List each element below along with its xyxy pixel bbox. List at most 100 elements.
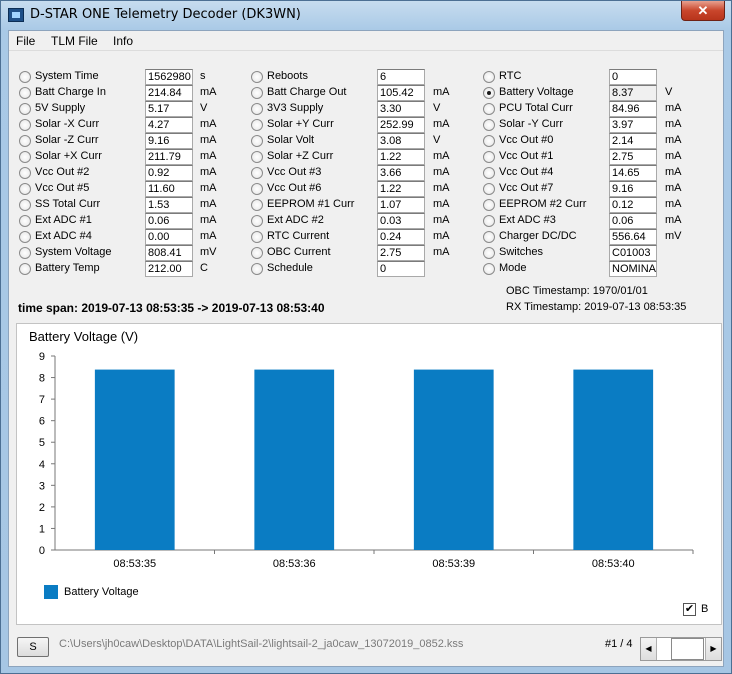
field-label[interactable]: Charger DC/DC [499, 230, 577, 242]
field-label[interactable]: Vcc Out #3 [267, 166, 321, 178]
field-label[interactable]: 3V3 Supply [267, 102, 323, 114]
series-radio[interactable] [483, 103, 495, 115]
field-label[interactable]: Battery Temp [35, 262, 100, 274]
field-label[interactable]: Vcc Out #0 [499, 134, 553, 146]
field-label[interactable]: Vcc Out #6 [267, 182, 321, 194]
field-value[interactable]: 14.65 [609, 165, 657, 181]
field-label[interactable]: OBC Current [267, 246, 331, 258]
series-radio[interactable] [19, 135, 31, 147]
field-value[interactable]: 105.42 [377, 85, 425, 101]
field-label[interactable]: Ext ADC #3 [499, 214, 556, 226]
series-radio[interactable] [251, 167, 263, 179]
field-label[interactable]: Solar Volt [267, 134, 314, 146]
field-label[interactable]: System Voltage [35, 246, 111, 258]
field-label[interactable]: RTC [499, 70, 521, 82]
series-radio[interactable] [251, 103, 263, 115]
field-value[interactable]: 0 [609, 69, 657, 85]
field-label[interactable]: 5V Supply [35, 102, 85, 114]
series-radio[interactable] [19, 215, 31, 227]
field-label[interactable]: Vcc Out #1 [499, 150, 553, 162]
series-radio[interactable] [483, 231, 495, 243]
series-radio[interactable] [19, 119, 31, 131]
series-radio[interactable] [483, 199, 495, 211]
series-radio[interactable] [251, 87, 263, 99]
scroll-right-arrow-icon[interactable]: ▶ [705, 638, 721, 660]
field-value[interactable]: 1.22 [377, 149, 425, 165]
field-value[interactable]: 0 [377, 261, 425, 277]
menu-info[interactable]: Info [113, 34, 133, 48]
series-radio[interactable] [19, 87, 31, 99]
field-label[interactable]: PCU Total Curr [499, 102, 573, 114]
field-label[interactable]: Schedule [267, 262, 313, 274]
field-value[interactable]: 1.07 [377, 197, 425, 213]
field-label[interactable]: Battery Voltage [499, 86, 574, 98]
series-radio[interactable] [251, 215, 263, 227]
series-radio[interactable] [19, 151, 31, 163]
series-radio[interactable] [483, 135, 495, 147]
field-label[interactable]: Ext ADC #2 [267, 214, 324, 226]
field-value[interactable]: 3.66 [377, 165, 425, 181]
field-value[interactable]: C01003 [609, 245, 657, 261]
series-radio[interactable] [483, 167, 495, 179]
field-label[interactable]: Solar +Z Curr [267, 150, 333, 162]
field-value[interactable]: 9.16 [145, 133, 193, 149]
field-value[interactable]: 212.00 [145, 261, 193, 277]
field-label[interactable]: System Time [35, 70, 99, 82]
series-radio[interactable] [483, 151, 495, 163]
series-radio[interactable] [19, 183, 31, 195]
field-value[interactable]: 1.22 [377, 181, 425, 197]
field-value[interactable]: 2.75 [377, 245, 425, 261]
series-radio[interactable] [19, 167, 31, 179]
field-label[interactable]: Vcc Out #7 [499, 182, 553, 194]
field-value[interactable]: NOMINA [609, 261, 657, 277]
field-value[interactable]: 3.97 [609, 117, 657, 133]
series-radio[interactable] [19, 71, 31, 83]
series-radio[interactable] [483, 247, 495, 259]
series-radio[interactable] [19, 231, 31, 243]
scroll-thumb[interactable] [671, 638, 704, 660]
field-value[interactable]: 4.27 [145, 117, 193, 133]
series-radio[interactable] [251, 183, 263, 195]
field-label[interactable]: Solar -Y Curr [499, 118, 563, 130]
series-radio[interactable] [251, 247, 263, 259]
s-button[interactable]: S [17, 637, 49, 657]
field-value[interactable]: 211.79 [145, 149, 193, 165]
series-radio[interactable] [251, 231, 263, 243]
field-value[interactable]: 0.03 [377, 213, 425, 229]
field-label[interactable]: Vcc Out #2 [35, 166, 89, 178]
series-radio[interactable] [19, 103, 31, 115]
field-label[interactable]: SS Total Curr [35, 198, 100, 210]
scroll-left-arrow-icon[interactable]: ◀ [641, 638, 657, 660]
series-radio[interactable] [251, 199, 263, 211]
field-value[interactable]: 5.17 [145, 101, 193, 117]
field-value[interactable]: 0.06 [609, 213, 657, 229]
field-label[interactable]: Vcc Out #4 [499, 166, 553, 178]
field-value[interactable]: 2.75 [609, 149, 657, 165]
series-radio[interactable] [19, 263, 31, 275]
menu-file[interactable]: File [16, 34, 35, 48]
field-label[interactable]: EEPROM #1 Curr [267, 198, 354, 210]
menu-tlm-file[interactable]: TLM File [51, 34, 98, 48]
field-value[interactable]: 1.53 [145, 197, 193, 213]
series-radio[interactable] [251, 263, 263, 275]
series-radio[interactable] [251, 71, 263, 83]
series-radio[interactable] [483, 263, 495, 275]
series-radio[interactable] [251, 151, 263, 163]
field-label[interactable]: Batt Charge In [35, 86, 106, 98]
series-radio[interactable] [251, 119, 263, 131]
series-radio[interactable] [19, 247, 31, 259]
field-value[interactable]: 0.24 [377, 229, 425, 245]
field-label[interactable]: Solar -Z Curr [35, 134, 99, 146]
field-value[interactable]: 0.00 [145, 229, 193, 245]
series-radio[interactable] [19, 199, 31, 211]
series-radio[interactable] [483, 87, 495, 99]
field-label[interactable]: EEPROM #2 Curr [499, 198, 586, 210]
field-label[interactable]: Solar +X Curr [35, 150, 102, 162]
page-scroller[interactable]: ◀ ▶ [640, 637, 722, 661]
field-value[interactable]: 0.06 [145, 213, 193, 229]
field-value[interactable]: 556.64 [609, 229, 657, 245]
series-checkbox[interactable]: ✔ [683, 603, 696, 616]
field-value[interactable]: 1562980 [145, 69, 193, 85]
series-radio[interactable] [483, 183, 495, 195]
field-value[interactable]: 84.96 [609, 101, 657, 117]
